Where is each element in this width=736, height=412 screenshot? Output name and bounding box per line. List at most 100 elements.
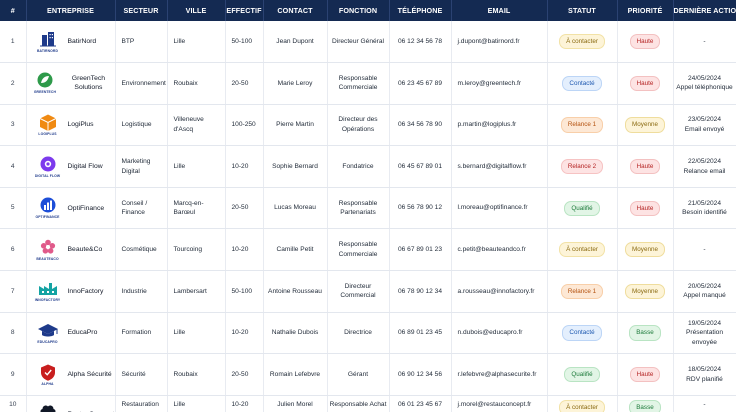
col-telephone-header[interactable]: TÉLÉPHONE	[389, 0, 452, 21]
email-cell[interactable]: j.dupont@batirnord.fr	[451, 21, 548, 64]
action-text: Présentation envoyée	[685, 329, 724, 346]
status-badge[interactable]: À contacter	[559, 399, 605, 412]
statut-cell: Contacté	[547, 312, 618, 355]
telephone-cell[interactable]: 06 12 34 56 78	[389, 21, 452, 64]
company-name[interactable]: InnoFactory	[68, 287, 104, 296]
table-row[interactable]: 6 BEAUTE&CO Beaute&Co Cosmétique Tourcoi…	[0, 228, 736, 272]
company-logo: LOGIPLUS	[33, 113, 63, 137]
secteur-cell: Sécurité	[115, 353, 168, 396]
priority-badge[interactable]: Haute	[629, 159, 661, 175]
priority-badge[interactable]: Haute	[629, 200, 661, 216]
email-cell[interactable]: j.morel@restauconcept.fr	[451, 395, 548, 412]
secteur-cell: Formation	[115, 312, 168, 355]
email-cell[interactable]: n.dubois@educapro.fr	[451, 312, 548, 355]
priorite-cell: Moyenne	[617, 270, 674, 313]
contact-cell: Jean Dupont	[263, 21, 328, 64]
status-badge[interactable]: Contacté	[562, 75, 602, 91]
ville-cell: Roubaix	[167, 62, 226, 105]
statut-cell: Contacté	[547, 62, 618, 105]
company-name[interactable]: Beaute&Co	[68, 245, 103, 254]
telephone-cell[interactable]: 06 34 56 78 90	[389, 104, 452, 147]
priority-badge[interactable]: Moyenne	[625, 283, 665, 299]
col-secteur-header[interactable]: SECTEUR	[115, 0, 168, 21]
table-row[interactable]: 3 LOGIPLUS LogiPlus Logistique Villeneuv…	[0, 104, 736, 147]
priority-badge[interactable]: Basse	[629, 399, 661, 412]
fonction-cell: Directrice	[327, 312, 390, 355]
col-effectif-header[interactable]: EFFECTIF	[225, 0, 264, 21]
ville-cell: Villeneuve d'Ascq	[167, 104, 226, 147]
secteur-cell: Logistique	[115, 104, 168, 147]
company-name[interactable]: EducaPro	[68, 328, 98, 337]
statut-cell: À contacter	[547, 228, 618, 272]
priority-badge[interactable]: Haute	[629, 366, 661, 383]
telephone-cell[interactable]: 06 45 67 89 01	[389, 145, 452, 188]
email-cell[interactable]: c.petit@beauteandco.fr	[451, 228, 548, 272]
status-badge[interactable]: À contacter	[559, 242, 605, 258]
col-contact-header[interactable]: CONTACT	[263, 0, 328, 21]
company-name[interactable]: Alpha Sécurité	[68, 370, 112, 379]
telephone-cell[interactable]: 06 67 89 01 23	[389, 228, 452, 272]
priority-badge[interactable]: Moyenne	[625, 117, 665, 133]
table-row[interactable]: 2 GREENTECH GreenTech Solutions Environn…	[0, 62, 736, 105]
effectif-cell: 10-20	[225, 145, 264, 188]
col-derniere-action-header[interactable]: DERNIÈRE ACTION	[673, 0, 736, 21]
telephone-cell[interactable]: 06 78 90 12 34	[389, 270, 452, 313]
status-badge[interactable]: Contacté	[562, 325, 602, 341]
col-statut-header[interactable]: STATUT	[547, 0, 618, 21]
priority-badge[interactable]: Haute	[629, 33, 661, 50]
company-name[interactable]: LogiPlus	[68, 120, 94, 129]
email-cell[interactable]: a.rousseau@innofactory.fr	[451, 270, 548, 313]
ville-cell: Lille	[167, 145, 226, 188]
status-badge[interactable]: Relance 1	[560, 117, 604, 133]
table-row[interactable]: 1 BATIRNORD BatirNord BTP Lille 50-100 J…	[0, 21, 736, 64]
email-cell[interactable]: m.leroy@greentech.fr	[451, 62, 548, 105]
table-row[interactable]: 7 INNOFACTORY InnoFactory Industrie Lamb…	[0, 270, 736, 313]
status-badge[interactable]: Qualifié	[564, 366, 600, 383]
status-badge[interactable]: Qualifié	[564, 200, 600, 216]
telephone-cell[interactable]: 06 56 78 90 12	[389, 187, 452, 230]
company-name[interactable]: OptiFinance	[68, 204, 105, 213]
col-num-header[interactable]: #	[0, 0, 27, 21]
priority-badge[interactable]: Basse	[629, 325, 661, 341]
table-row[interactable]: 5 OPTIFINANCE OptiFinance Conseil / Fina…	[0, 187, 736, 230]
company-name[interactable]: BatirNord	[68, 37, 97, 46]
table-row[interactable]: 8 EDUCAPRO EducaPro Formation Lille 10-2…	[0, 312, 736, 355]
email-cell[interactable]: s.bernard@digitalflow.fr	[451, 145, 548, 188]
col-fonction-header[interactable]: FONCTION	[327, 0, 390, 21]
email-cell[interactable]: l.moreau@optifinance.fr	[451, 187, 548, 230]
priority-badge[interactable]: Moyenne	[625, 242, 665, 258]
status-badge[interactable]: À contacter	[559, 33, 605, 50]
box-icon	[39, 114, 56, 132]
derniere-action-cell: -	[673, 395, 736, 412]
status-badge[interactable]: Relance 2	[560, 159, 604, 175]
table-row[interactable]: 4 DIGITAL FLOW Digital Flow Marketing Di…	[0, 145, 736, 188]
company-logo-text: DIGITAL FLOW	[34, 173, 61, 178]
email-cell[interactable]: p.martin@logiplus.fr	[451, 104, 548, 147]
company-logo: INNOFACTORY	[33, 279, 63, 303]
secteur-cell: Environnement	[115, 62, 168, 105]
company-name[interactable]: Digital Flow	[68, 162, 103, 171]
entreprise-cell: RESTAU RestauConcept	[26, 395, 116, 412]
telephone-cell[interactable]: 06 89 01 23 45	[389, 312, 452, 355]
priority-badge[interactable]: Haute	[629, 75, 661, 91]
telephone-cell[interactable]: 06 23 45 67 89	[389, 62, 452, 105]
col-entreprise-header[interactable]: ENTREPRISE	[26, 0, 116, 21]
table-row[interactable]: 9 ALPHA Alpha Sécurité Sécurité Roubaix …	[0, 353, 736, 396]
company-name[interactable]: GreenTech Solutions	[62, 74, 114, 92]
ville-cell: Lambersart	[167, 270, 226, 313]
status-badge[interactable]: Relance 1	[560, 283, 604, 299]
telephone-cell[interactable]: 06 90 12 34 56	[389, 353, 452, 396]
fonction-cell: Responsable Achat	[327, 395, 390, 412]
table-header-row: # ENTREPRISE SECTEUR VILLE EFFECTIF CONT…	[0, 0, 736, 21]
col-priorite-header[interactable]: PRIORITÉ	[617, 0, 674, 21]
action-text: Appel téléphonique	[676, 84, 733, 92]
action-date: 21/05/2024	[687, 199, 721, 207]
telephone-cell[interactable]: 06 01 23 45 67	[389, 395, 452, 412]
col-ville-header[interactable]: VILLE	[167, 0, 226, 21]
company-logo-text: EDUCAPRO	[37, 339, 58, 344]
contact-cell: Marie Leroy	[263, 62, 328, 105]
email-cell[interactable]: r.lefebvre@alphasecurite.fr	[451, 353, 548, 396]
col-email-header[interactable]: EMAIL	[451, 0, 548, 21]
factory-icon	[38, 283, 57, 296]
table-row[interactable]: 10 RESTAU RestauConcept Restauration Lil…	[0, 395, 736, 412]
